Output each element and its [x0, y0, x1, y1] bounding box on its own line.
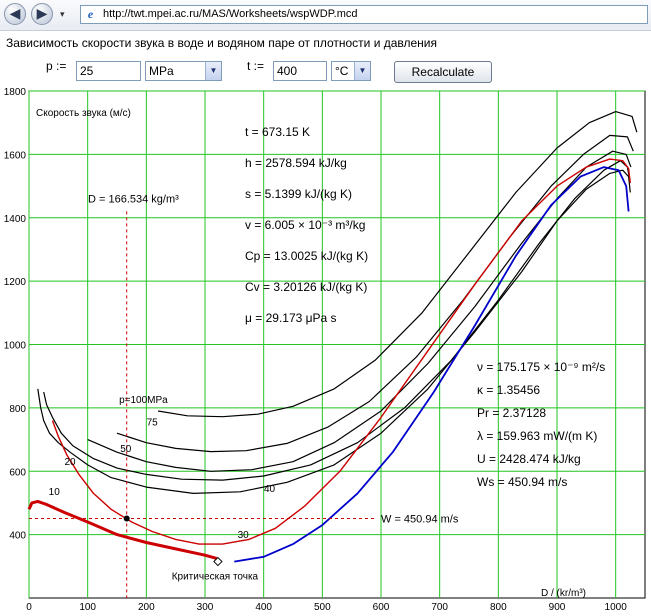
property-line: h = 2578.594 kJ/kg — [245, 156, 347, 170]
y-tick-label: 1200 — [4, 277, 27, 288]
isobar-label: 20 — [65, 457, 77, 468]
x-tick-label: 700 — [431, 602, 448, 613]
x-tick-label: 800 — [490, 602, 507, 613]
x-tick-label: 1000 — [605, 602, 628, 613]
isobar-label: 40 — [264, 484, 276, 495]
state-point-marker — [123, 515, 130, 522]
sound-speed-chart: Критическая точка D = 166.534 kg/m³ W = 45… — [4, 87, 646, 613]
property-line: s = 5.1399 kJ/(kg K) — [245, 187, 352, 201]
chart-title: Скорость звука (м/с) — [36, 108, 131, 119]
property-line: U = 2428.474 kJ/kg — [477, 452, 581, 466]
x-tick-label: 400 — [255, 602, 272, 613]
x-tick-label: 0 — [26, 602, 32, 613]
x-tick-label: 200 — [138, 602, 155, 613]
property-line: ν = 175.175 × 10⁻⁹ m²/s — [477, 360, 605, 374]
isobar-label: p=100MPa — [119, 395, 168, 406]
x-axis-label: D / (kr/m³) — [541, 588, 586, 599]
property-line: v = 6.005 × 10⁻³ m³/kg — [245, 218, 365, 232]
x-tick-label: 600 — [373, 602, 390, 613]
property-line: t = 673.15 K — [245, 125, 310, 139]
y-tick-label: 1400 — [4, 214, 27, 225]
speed-label: W = 450.94 m/s — [381, 513, 459, 525]
property-line: λ = 159.963 mW/(m K) — [477, 429, 597, 443]
x-tick-label: 900 — [549, 602, 566, 613]
y-tick-label: 1800 — [4, 87, 27, 98]
y-tick-label: 1600 — [4, 150, 27, 161]
isobar-label: 30 — [238, 530, 250, 541]
y-tick-label: 1000 — [4, 341, 27, 352]
x-tick-label: 500 — [314, 602, 331, 613]
isobar-label: 75 — [147, 417, 159, 428]
property-line: κ = 1.35456 — [477, 383, 540, 397]
property-line: μ = 29.173 μPa s — [245, 311, 337, 325]
property-line: Ws = 450.94 m/s — [477, 475, 567, 489]
density-label: D = 166.534 kg/m³ — [88, 194, 179, 206]
property-line: Cv = 3.20126 kJ/(kg K) — [245, 280, 367, 294]
y-tick-label: 400 — [9, 531, 26, 542]
y-tick-label: 600 — [9, 467, 26, 478]
isobar-label: 50 — [120, 444, 132, 455]
y-tick-label: 800 — [9, 404, 26, 415]
x-tick-label: 300 — [197, 602, 214, 613]
property-line: Pr = 2.37128 — [477, 406, 546, 420]
x-tick-label: 100 — [79, 602, 96, 613]
property-line: Cp = 13.0025 kJ/(kg K) — [245, 249, 368, 263]
critical-point-label: Критическая точка — [172, 572, 259, 583]
isobar-label: 10 — [49, 487, 61, 498]
